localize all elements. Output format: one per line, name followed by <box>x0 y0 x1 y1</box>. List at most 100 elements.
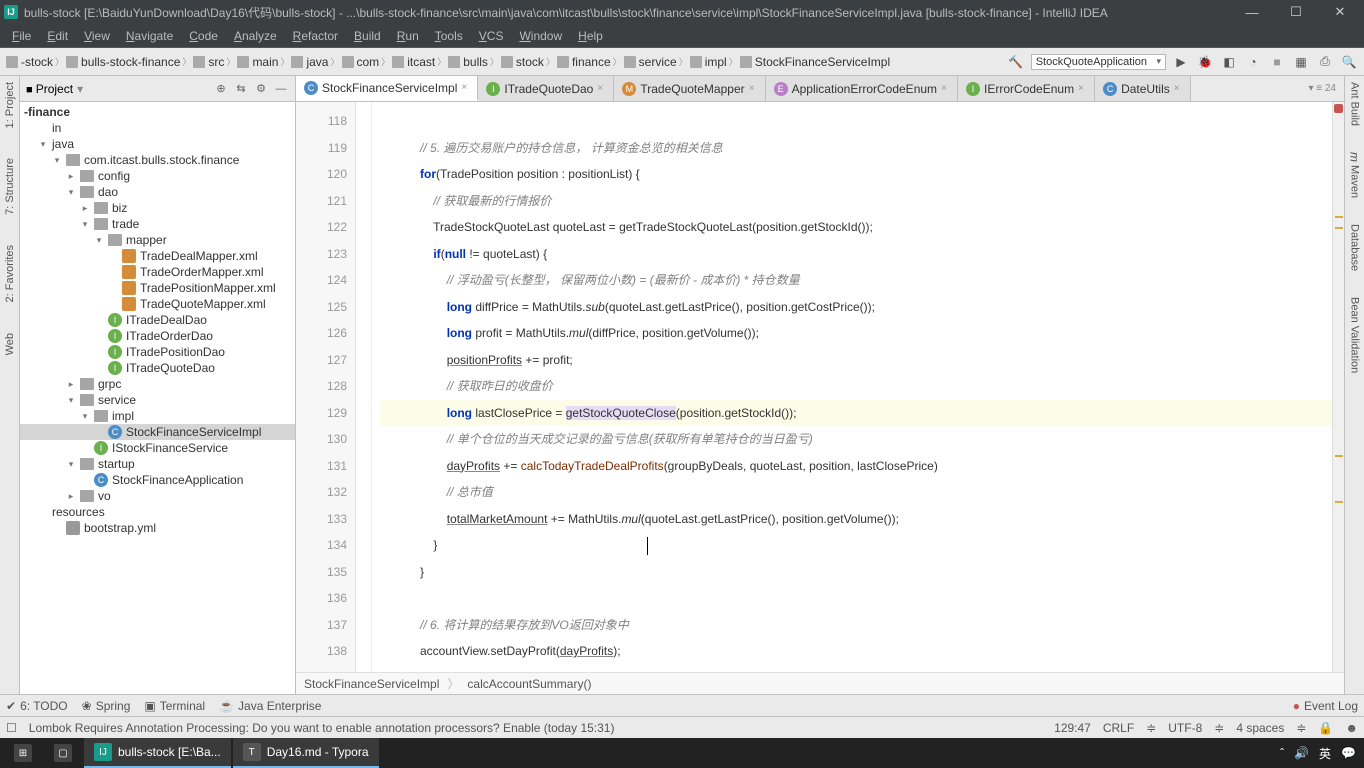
settings-icon[interactable]: ⚙ <box>253 81 269 97</box>
editor-tab-applicationerrorcodeenum[interactable]: EApplicationErrorCodeEnum× <box>766 76 958 101</box>
close-button[interactable]: ✕ <box>1320 1 1360 23</box>
file-encoding[interactable]: UTF-8 <box>1168 721 1202 735</box>
tree-item-config[interactable]: ▸config <box>20 168 295 184</box>
inspect-icon[interactable]: ⎙ <box>1316 53 1334 71</box>
tree-item-java[interactable]: ▾java <box>20 136 295 152</box>
menu-view[interactable]: View <box>78 27 116 45</box>
menu-help[interactable]: Help <box>572 27 609 45</box>
tree-item-tradedealmapper-xml[interactable]: TradeDealMapper.xml <box>20 248 295 264</box>
debug-button[interactable]: 🐞 <box>1196 53 1214 71</box>
run-button[interactable]: ▶ <box>1172 53 1190 71</box>
tree-item-itradeorderdao[interactable]: IITradeOrderDao <box>20 328 295 344</box>
tree-item-resources[interactable]: resources <box>20 504 295 520</box>
editor-tab-itradequotedao[interactable]: IITradeQuoteDao× <box>478 76 614 101</box>
readonly-lock-icon[interactable]: 🔒 <box>1318 721 1333 735</box>
tray-volume-icon[interactable]: 🔊 <box>1294 746 1309 760</box>
tree-item-tradequotemapper-xml[interactable]: TradeQuoteMapper.xml <box>20 296 295 312</box>
line-separator[interactable]: CRLF <box>1103 721 1134 735</box>
collapse-all-icon[interactable]: ⇆ <box>233 81 249 97</box>
tree-item-service[interactable]: ▾service <box>20 392 295 408</box>
tree-item-trade[interactable]: ▾trade <box>20 216 295 232</box>
editor-tab-ierrorcodeenum[interactable]: IIErrorCodeEnum× <box>958 76 1095 101</box>
tree-item-dao[interactable]: ▾dao <box>20 184 295 200</box>
tree-item-startup[interactable]: ▾startup <box>20 456 295 472</box>
editor-tab-tradequotemapper[interactable]: MTradeQuoteMapper× <box>614 76 765 101</box>
stop-button[interactable]: ■ <box>1268 53 1286 71</box>
tray-notifications-icon[interactable]: 💬 <box>1341 746 1356 760</box>
editor-tab-dateutils[interactable]: CDateUtils× <box>1095 76 1191 101</box>
breadcrumb-itcast[interactable]: itcast <box>392 55 435 69</box>
tree-item-itradedealdao[interactable]: IITradeDealDao <box>20 312 295 328</box>
breadcrumb-impl[interactable]: impl <box>690 55 727 69</box>
hide-icon[interactable]: — <box>273 81 289 97</box>
todo-tool-button[interactable]: ✔ 6: TODO <box>6 699 68 713</box>
maximize-button[interactable]: ☐ <box>1276 1 1316 23</box>
breadcrumb-com[interactable]: com <box>342 55 380 69</box>
tree-item-in[interactable]: in <box>20 120 295 136</box>
scroll-from-source-icon[interactable]: ⊕ <box>213 81 229 97</box>
tree-item-bootstrap-yml[interactable]: bootstrap.yml <box>20 520 295 536</box>
tree-item-vo[interactable]: ▸vo <box>20 488 295 504</box>
tree-item-stockfinanceserviceimpl[interactable]: CStockFinanceServiceImpl <box>20 424 295 440</box>
task-view-button[interactable]: ▢ <box>44 738 82 768</box>
indent-setting[interactable]: 4 spaces <box>1236 721 1284 735</box>
breadcrumb-stockfinanceserviceimpl[interactable]: StockFinanceServiceImpl <box>740 55 890 69</box>
minimize-button[interactable]: — <box>1232 1 1272 23</box>
project-tool-button[interactable]: 1: Project <box>4 82 16 128</box>
tree-item-impl[interactable]: ▾impl <box>20 408 295 424</box>
tree-item-grpc[interactable]: ▸grpc <box>20 376 295 392</box>
ant-build-tool-button[interactable]: Ant Build <box>1349 82 1361 126</box>
build-icon[interactable]: 🔨 <box>1007 53 1025 71</box>
cursor-position[interactable]: 129:47 <box>1054 721 1091 735</box>
error-stripe[interactable] <box>1332 102 1344 672</box>
breadcrumb-stock[interactable]: stock <box>501 55 544 69</box>
tree-item-tradeordermapper-xml[interactable]: TradeOrderMapper.xml <box>20 264 295 280</box>
maven-tool-button[interactable]: m Maven <box>1348 152 1362 198</box>
menu-run[interactable]: Run <box>391 27 425 45</box>
tree-item-mapper[interactable]: ▾mapper <box>20 232 295 248</box>
taskbar-app-typora[interactable]: TDay16.md - Typora <box>233 738 379 768</box>
coverage-icon[interactable]: ◧ <box>1220 53 1238 71</box>
menu-vcs[interactable]: VCS <box>473 27 510 45</box>
breadcrumb-service[interactable]: service <box>624 55 677 69</box>
menu-code[interactable]: Code <box>183 27 224 45</box>
breadcrumb-src[interactable]: src <box>193 55 224 69</box>
menu-analyze[interactable]: Analyze <box>228 27 283 45</box>
terminal-tool-button[interactable]: ▣ Terminal <box>144 699 205 713</box>
breadcrumb-finance[interactable]: finance <box>557 55 611 69</box>
tree-item-istockfinanceservice[interactable]: IIStockFinanceService <box>20 440 295 456</box>
menu-build[interactable]: Build <box>348 27 387 45</box>
menu-file[interactable]: File <box>6 27 37 45</box>
editor-tab-stockfinanceserviceimpl[interactable]: CStockFinanceServiceImpl× <box>296 76 478 101</box>
tray-chevron-icon[interactable]: ˆ <box>1280 746 1284 760</box>
event-log-button[interactable]: ● Event Log <box>1293 699 1358 713</box>
menu-navigate[interactable]: Navigate <box>120 27 179 45</box>
taskbar-app-intellij[interactable]: IJbulls-stock [E:\Ba... <box>84 738 231 768</box>
run-config-combo[interactable]: StockQuoteApplication <box>1031 54 1166 70</box>
status-icon[interactable]: ☐ <box>6 721 17 735</box>
menu-window[interactable]: Window <box>513 27 568 45</box>
database-tool-button[interactable]: Database <box>1349 224 1361 271</box>
menu-refactor[interactable]: Refactor <box>287 27 344 45</box>
spring-tool-button[interactable]: ❀ Spring <box>82 699 131 713</box>
status-message[interactable]: Lombok Requires Annotation Processing: D… <box>29 721 615 735</box>
profile-icon[interactable]: ◔ <box>1244 53 1262 71</box>
tree-item-itradequotedao[interactable]: IITradeQuoteDao <box>20 360 295 376</box>
tree-item-biz[interactable]: ▸biz <box>20 200 295 216</box>
structure-tool-button[interactable]: 7: Structure <box>4 158 16 215</box>
web-tool-button[interactable]: Web <box>4 333 16 355</box>
tree-item-com-itcast-bulls-stock-finance[interactable]: ▾com.itcast.bulls.stock.finance <box>20 152 295 168</box>
tree-item-stockfinanceapplication[interactable]: CStockFinanceApplication <box>20 472 295 488</box>
tree-item-itradepositiondao[interactable]: IITradePositionDao <box>20 344 295 360</box>
menu-tools[interactable]: Tools <box>429 27 469 45</box>
start-button[interactable]: ⊞ <box>4 738 42 768</box>
java-enterprise-tool-button[interactable]: ☕ Java Enterprise <box>219 699 321 713</box>
tree-item-tradepositionmapper-xml[interactable]: TradePositionMapper.xml <box>20 280 295 296</box>
favorites-tool-button[interactable]: 2: Favorites <box>4 245 16 302</box>
code-editor[interactable]: // 5. 遍历交易账户的持仓信息， 计算资金总览的相关信息 for(Trade… <box>372 102 1332 672</box>
search-icon[interactable]: 🔍 <box>1340 53 1358 71</box>
menu-edit[interactable]: Edit <box>41 27 74 45</box>
breadcrumb-java[interactable]: java <box>291 55 328 69</box>
bean-validation-tool-button[interactable]: Bean Validation <box>1349 297 1361 373</box>
tray-ime[interactable]: 英 <box>1319 745 1331 762</box>
